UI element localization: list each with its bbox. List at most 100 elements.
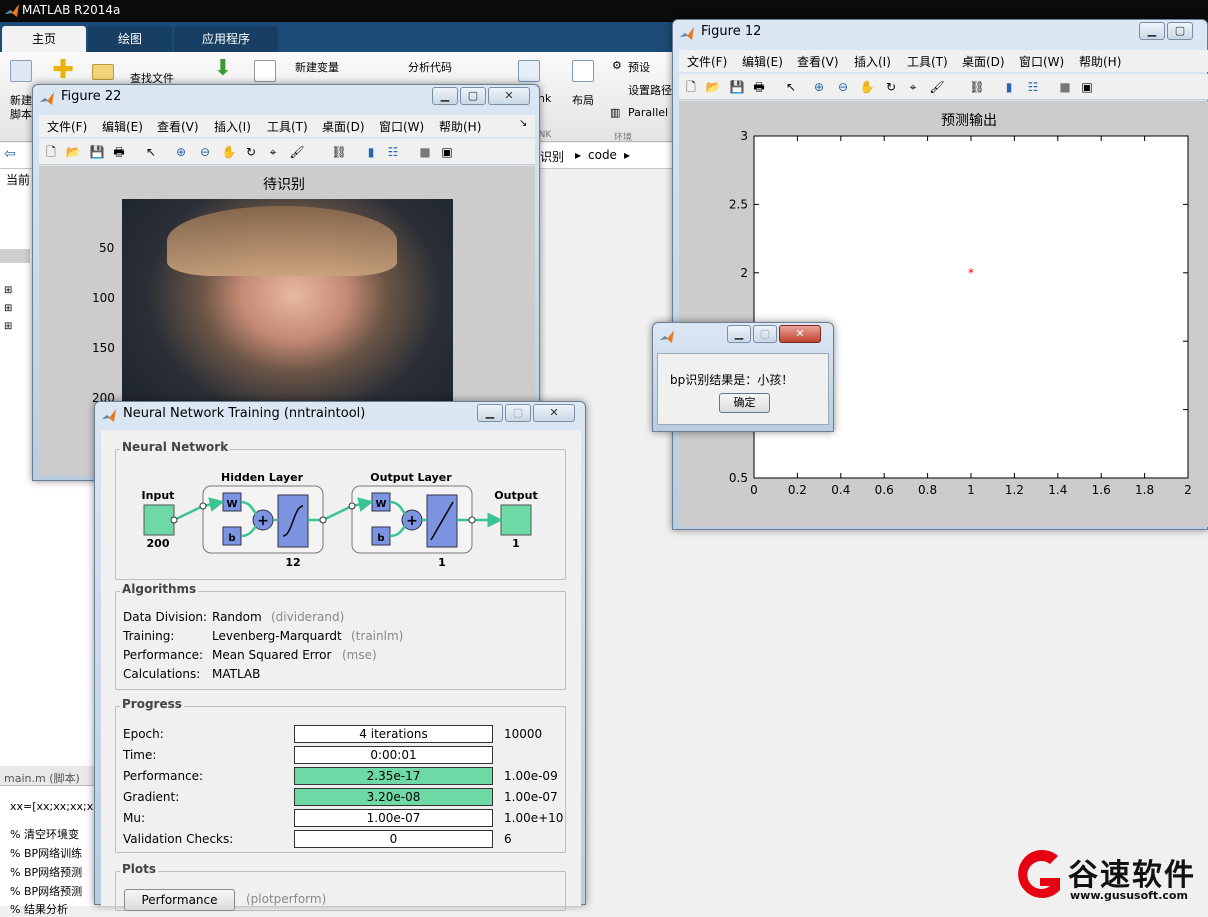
minimize-button[interactable]: ▁ [432, 87, 458, 105]
print-icon[interactable]: 🖶 [751, 79, 767, 95]
progress-label: Performance: [123, 769, 204, 783]
brush-icon[interactable]: 🖌 [929, 79, 945, 95]
brush-icon[interactable]: 🖌 [289, 144, 305, 160]
close-button[interactable]: ✕ [488, 87, 530, 105]
script-cell-5[interactable]: % 结果分析 [10, 901, 68, 917]
menu-file[interactable]: 文件(F) [47, 118, 87, 135]
selected-file-row[interactable] [0, 249, 30, 263]
ok-button[interactable]: 确定 [719, 393, 770, 413]
breadcrumb-folder-2[interactable]: code [588, 148, 617, 162]
maximize-button[interactable]: ▢ [1167, 22, 1193, 40]
progress-label: Mu: [123, 811, 146, 825]
new-script-icon[interactable] [10, 60, 32, 82]
new-figure-icon[interactable]: 🗋 [683, 79, 699, 95]
save-icon[interactable]: 💾 [89, 144, 105, 160]
script-cell-2[interactable]: % BP网络训练 [10, 845, 82, 861]
colorbar-icon[interactable]: ▮ [1001, 79, 1017, 95]
zoom-in-icon[interactable]: ⊕ [811, 79, 827, 95]
chevron-right-icon: ▸ [575, 148, 582, 162]
zoom-out-icon[interactable]: ⊖ [835, 79, 851, 95]
hide-plot-tools-icon[interactable]: ■ [417, 144, 433, 160]
show-plot-tools-icon[interactable]: ▣ [439, 144, 455, 160]
menu-dock-icon[interactable]: ↘ [519, 118, 527, 129]
zoom-out-icon[interactable]: ⊖ [197, 144, 213, 160]
progress-end-value: 1.00e-07 [504, 790, 558, 804]
minimize-button[interactable]: ▁ [477, 404, 503, 422]
tab-apps[interactable]: 应用程序 [174, 26, 278, 52]
minimize-button[interactable]: ▁ [1139, 22, 1165, 40]
tab-plots[interactable]: 绘图 [88, 26, 172, 52]
colorbar-icon[interactable]: ▮ [363, 144, 379, 160]
menu-tools[interactable]: 工具(T) [267, 118, 308, 135]
progress-current-value: 1.00e-07 [366, 811, 421, 825]
watermark-url: www.gususoft.com [1070, 889, 1188, 902]
link-plot-icon[interactable]: ⛓ [969, 79, 985, 95]
analyze-code-button[interactable]: 分析代码 [408, 59, 452, 75]
menu-edit[interactable]: 编辑(E) [102, 118, 143, 135]
menu-help[interactable]: 帮助(H) [1079, 53, 1121, 70]
expand-icon[interactable]: ⊞ [4, 285, 12, 296]
pointer-icon[interactable]: ↖ [783, 79, 799, 95]
rotate-3d-icon[interactable]: ↻ [883, 79, 899, 95]
menu-view[interactable]: 查看(V) [157, 118, 199, 135]
open-file-icon[interactable]: 📂 [705, 79, 721, 95]
script-cell-1[interactable]: % 清空环境变 [10, 826, 79, 842]
link-plot-icon[interactable]: ⛓ [331, 144, 347, 160]
image-axes-title: 待识别 [263, 177, 305, 193]
message-text: bp识别结果是：小孩！ [670, 373, 794, 387]
hide-plot-tools-icon[interactable]: ■ [1057, 79, 1073, 95]
new-figure-icon[interactable]: 🗋 [43, 144, 59, 160]
menu-file[interactable]: 文件(F) [687, 53, 727, 70]
breadcrumb-folder-1[interactable]: 识别 [540, 148, 564, 165]
menu-window[interactable]: 窗口(W) [379, 118, 424, 135]
back-arrow-icon[interactable]: ⇦ [4, 146, 16, 162]
progress-end-value: 1.00e+10 [504, 811, 564, 825]
script-cell-3[interactable]: % BP网络预测 [10, 864, 82, 880]
performance-plot-button[interactable]: Performance [124, 889, 235, 911]
new-variable-button[interactable]: 新建变量 [295, 59, 339, 75]
rotate-3d-icon[interactable]: ↻ [243, 144, 259, 160]
open-file-icon[interactable]: 📂 [65, 144, 81, 160]
script-cell-4[interactable]: % BP网络预测 [10, 883, 82, 899]
legend-icon[interactable]: ☷ [1025, 79, 1041, 95]
menu-insert[interactable]: 插入(I) [214, 118, 251, 135]
menu-help[interactable]: 帮助(H) [439, 118, 481, 135]
zoom-in-icon[interactable]: ⊕ [173, 144, 189, 160]
layout-icon[interactable] [572, 60, 594, 82]
menu-view[interactable]: 查看(V) [797, 53, 839, 70]
close-button[interactable]: ✕ [779, 325, 821, 343]
pan-hand-icon[interactable]: ✋ [221, 144, 237, 160]
menu-window[interactable]: 窗口(W) [1019, 53, 1064, 70]
close-button[interactable]: ✕ [533, 404, 575, 422]
data-cursor-icon[interactable]: ⌖ [265, 144, 281, 160]
pan-hand-icon[interactable]: ✋ [859, 79, 875, 95]
layout-button[interactable]: 布局 [572, 92, 594, 108]
parallel-button[interactable]: Parallel [628, 106, 668, 119]
import-icon[interactable]: ⬇ [212, 58, 234, 80]
menu-tools[interactable]: 工具(T) [907, 53, 948, 70]
figure22-toolbar: 🗋 📂 💾 🖶 ↖ ⊕ ⊖ ✋ ↻ ⌖ 🖌 ⛓ ▮ ☷ ■ ▣ [39, 139, 535, 165]
minimize-button[interactable]: ▁ [727, 325, 751, 343]
maximize-button[interactable]: ▢ [460, 87, 486, 105]
progress-label: Epoch: [123, 727, 164, 741]
set-path-button[interactable]: 设置路径 [628, 82, 672, 98]
menu-desktop[interactable]: 桌面(D) [322, 118, 365, 135]
pointer-icon[interactable]: ↖ [143, 144, 159, 160]
print-icon[interactable]: 🖶 [111, 144, 127, 160]
legend-icon[interactable]: ☷ [385, 144, 401, 160]
save-icon[interactable]: 💾 [729, 79, 745, 95]
menu-desktop[interactable]: 桌面(D) [962, 53, 1005, 70]
preferences-button[interactable]: 预设 [628, 59, 650, 75]
new-plus-icon[interactable]: ✚ [52, 57, 74, 83]
show-plot-tools-icon[interactable]: ▣ [1079, 79, 1095, 95]
expand-icon[interactable]: ⊞ [4, 303, 12, 314]
tab-home[interactable]: 主页 [2, 26, 86, 52]
expand-icon[interactable]: ⊞ [4, 321, 12, 332]
data-cursor-icon[interactable]: ⌖ [905, 79, 921, 95]
open-folder-icon[interactable] [92, 64, 114, 80]
workspace-icon[interactable] [254, 60, 276, 82]
menu-edit[interactable]: 编辑(E) [742, 53, 783, 70]
simulink-icon[interactable] [518, 60, 540, 82]
menu-insert[interactable]: 插入(I) [854, 53, 891, 70]
gear-icon[interactable]: ⚙ [612, 59, 622, 72]
